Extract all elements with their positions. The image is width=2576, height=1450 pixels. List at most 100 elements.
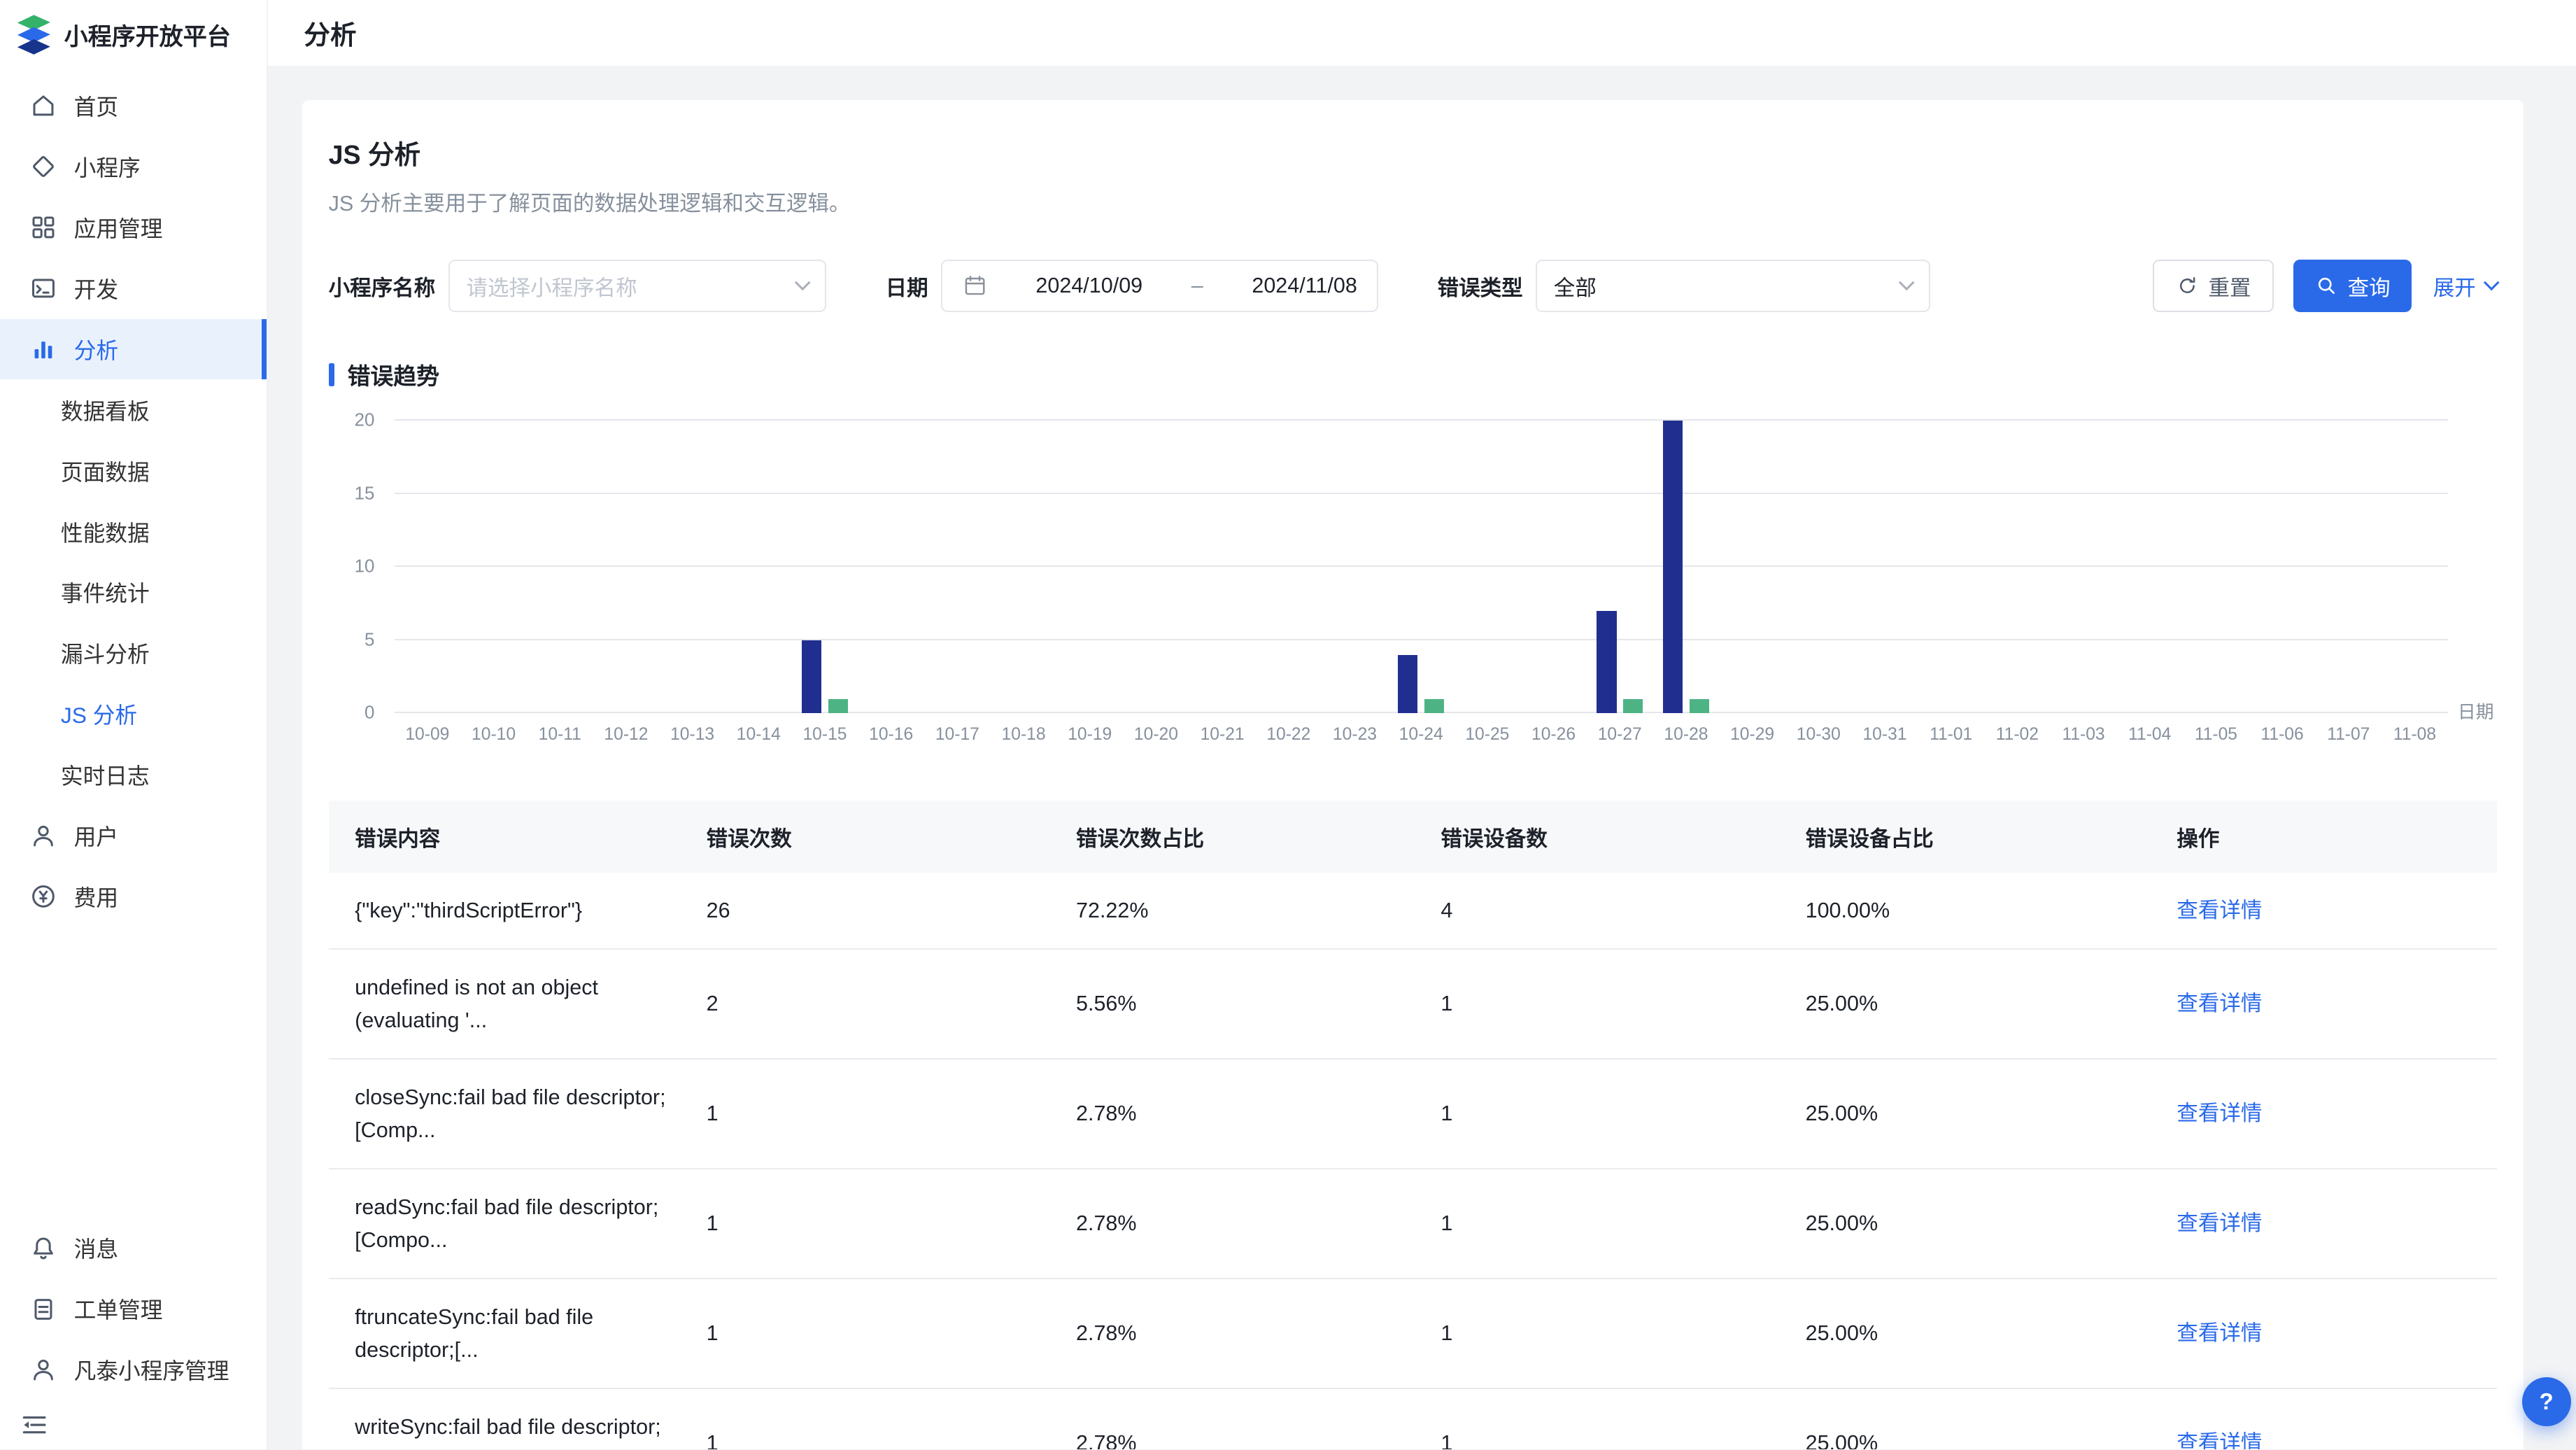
reset-button[interactable]: 重置 xyxy=(2153,260,2274,312)
cell-error-content: undefined is not an object (evaluating '… xyxy=(329,949,681,1059)
x-tick-label: 10-14 xyxy=(737,725,781,745)
cell-error-count: 26 xyxy=(680,873,1049,949)
cell-device-percent: 25.00% xyxy=(1779,1388,2151,1449)
x-tick-label: 10-12 xyxy=(604,725,648,745)
sidebar-item-billing[interactable]: 费用 xyxy=(0,866,267,927)
error-type-select[interactable]: 全部 xyxy=(1536,260,1930,312)
x-tick-label: 11-06 xyxy=(2261,725,2304,745)
sidebar-item-js-analysis[interactable]: JS 分析 xyxy=(0,684,267,745)
cell-error-count: 1 xyxy=(680,1388,1049,1449)
reset-button-label: 重置 xyxy=(2208,271,2251,302)
sidebar-item-funnel-analysis[interactable]: 漏斗分析 xyxy=(0,623,267,684)
sidebar-item-realtime-log[interactable]: 实时日志 xyxy=(0,745,267,805)
view-details-link[interactable]: 查看详情 xyxy=(2177,1101,2262,1125)
sidebar-item-messages[interactable]: 消息 xyxy=(0,1218,267,1279)
x-tick-label: 10-15 xyxy=(802,725,847,745)
cell-error-count: 1 xyxy=(680,1169,1049,1279)
x-tick-label: 11-01 xyxy=(1930,725,1972,745)
sidebar-item-page-data[interactable]: 页面数据 xyxy=(0,440,267,501)
sidebar-item-label: 工单管理 xyxy=(74,1293,163,1325)
filter-label-date: 日期 xyxy=(886,271,928,302)
table-row: undefined is not an object (evaluating '… xyxy=(329,949,2498,1059)
grid-icon xyxy=(29,213,57,241)
chart-bar-10-27 xyxy=(1623,699,1643,714)
x-tick-label: 10-19 xyxy=(1068,725,1112,745)
cell-device-count: 1 xyxy=(1415,1279,1779,1388)
expand-toggle[interactable]: 展开 xyxy=(2433,271,2498,302)
table-header-cell: 错误次数占比 xyxy=(1049,801,1414,873)
help-button[interactable]: ? xyxy=(2522,1377,2571,1426)
cell-device-count: 1 xyxy=(1415,1388,1779,1449)
section-header: 错误趋势 xyxy=(329,358,2498,391)
sidebar-item-app-management[interactable]: 应用管理 xyxy=(0,197,267,258)
x-tick-label: 10-23 xyxy=(1333,725,1377,745)
view-details-link[interactable]: 查看详情 xyxy=(2177,1321,2262,1345)
x-tick-label: 10-30 xyxy=(1797,725,1841,745)
sidebar-item-event-stats[interactable]: 事件统计 xyxy=(0,562,267,623)
sidebar-item-data-dashboard[interactable]: 数据看板 xyxy=(0,379,267,440)
sidebar-item-fintech-miniapp-admin[interactable]: 凡泰小程序管理 xyxy=(0,1339,267,1400)
content-area: JS 分析 JS 分析主要用于了解页面的数据处理逻辑和交互逻辑。 小程序名称 请… xyxy=(268,66,2576,1449)
chart-bar-10-15 xyxy=(828,699,848,714)
sidebar-bottom-menu: 消息 工单管理 凡泰小程序管理 xyxy=(0,1211,267,1400)
panel-title: JS 分析 xyxy=(329,133,2498,171)
sidebar-item-miniapp[interactable]: 小程序 xyxy=(0,136,267,197)
cell-device-count: 1 xyxy=(1415,1059,1779,1169)
x-tick-label: 11-03 xyxy=(2062,725,2104,745)
view-details-link[interactable]: 查看详情 xyxy=(2177,899,2262,922)
cell-error-content: readSync:fail bad file descriptor;[Compo… xyxy=(329,1169,681,1279)
date-start-value[interactable]: 2024/10/09 xyxy=(1035,274,1142,298)
query-button[interactable]: 查询 xyxy=(2293,260,2412,312)
date-end-value[interactable]: 2024/11/08 xyxy=(1252,274,1357,298)
table-header-row: 错误内容错误次数错误次数占比错误设备数错误设备占比操作 xyxy=(329,801,2498,873)
view-details-link[interactable]: 查看详情 xyxy=(2177,992,2262,1015)
cell-device-percent: 25.00% xyxy=(1779,1169,2151,1279)
view-details-link[interactable]: 查看详情 xyxy=(2177,1431,2262,1449)
sidebar-item-home[interactable]: 首页 xyxy=(0,76,267,136)
cell-action: 查看详情 xyxy=(2151,873,2498,949)
cell-error-content: {"key":"thirdScriptError"} xyxy=(329,873,681,949)
analysis-submenu: 数据看板 页面数据 性能数据 事件统计 漏斗分析 JS 分析 实时日志 xyxy=(0,379,267,805)
y-tick-label: 5 xyxy=(329,630,375,650)
sidebar-item-label: 费用 xyxy=(74,880,118,913)
x-tick-label: 10-16 xyxy=(869,725,913,745)
table-row: ftruncateSync:fail bad file descriptor;[… xyxy=(329,1279,2498,1388)
table-header-cell: 错误设备占比 xyxy=(1779,801,2151,873)
x-tick-label: 10-13 xyxy=(670,725,714,745)
date-range-picker[interactable]: 2024/10/09 – 2024/11/08 xyxy=(941,260,1378,312)
x-tick-label: 10-18 xyxy=(1002,725,1046,745)
sub-item-label: 事件统计 xyxy=(61,576,150,608)
sidebar-footer xyxy=(0,1400,267,1449)
sidebar-item-performance-data[interactable]: 性能数据 xyxy=(0,501,267,562)
chart-gridline xyxy=(395,565,2448,567)
sidebar-collapse-icon[interactable] xyxy=(20,1410,49,1440)
sidebar-item-analysis[interactable]: 分析 xyxy=(0,319,267,380)
sidebar: 小程序开放平台 首页 小程序 应用管理 开发 分析 xyxy=(0,0,268,1449)
cell-device-count: 1 xyxy=(1415,949,1779,1059)
y-tick-label: 0 xyxy=(329,703,375,724)
person-icon xyxy=(29,1356,57,1384)
logo[interactable]: 小程序开放平台 xyxy=(0,0,267,69)
page-title: 分析 xyxy=(304,13,356,52)
cell-error-content: closeSync:fail bad file descriptor; [Com… xyxy=(329,1059,681,1169)
x-tick-label: 10-25 xyxy=(1465,725,1509,745)
x-tick-label: 11-08 xyxy=(2393,725,2436,745)
cell-error-content: writeSync:fail bad file descriptor;[Comp… xyxy=(329,1388,681,1449)
cell-error-content: ftruncateSync:fail bad file descriptor;[… xyxy=(329,1279,681,1388)
cell-device-count: 4 xyxy=(1415,873,1779,949)
app-select[interactable]: 请选择小程序名称 xyxy=(448,260,826,312)
sidebar-item-work-orders[interactable]: 工单管理 xyxy=(0,1279,267,1339)
currency-icon xyxy=(29,882,57,910)
chevron-down-icon xyxy=(2483,275,2499,291)
sidebar-item-users[interactable]: 用户 xyxy=(0,805,267,866)
view-details-link[interactable]: 查看详情 xyxy=(2177,1211,2262,1235)
bell-icon xyxy=(29,1234,57,1262)
sidebar-item-develop[interactable]: 开发 xyxy=(0,258,267,319)
table-row: writeSync:fail bad file descriptor;[Comp… xyxy=(329,1388,2498,1449)
x-tick-label: 11-07 xyxy=(2327,725,2370,745)
x-tick-label: 11-05 xyxy=(2195,725,2237,745)
sidebar-item-label: 用户 xyxy=(74,819,118,852)
cell-error-count: 1 xyxy=(680,1059,1049,1169)
search-icon xyxy=(2315,274,2338,297)
cell-count-percent: 2.78% xyxy=(1049,1388,1414,1449)
